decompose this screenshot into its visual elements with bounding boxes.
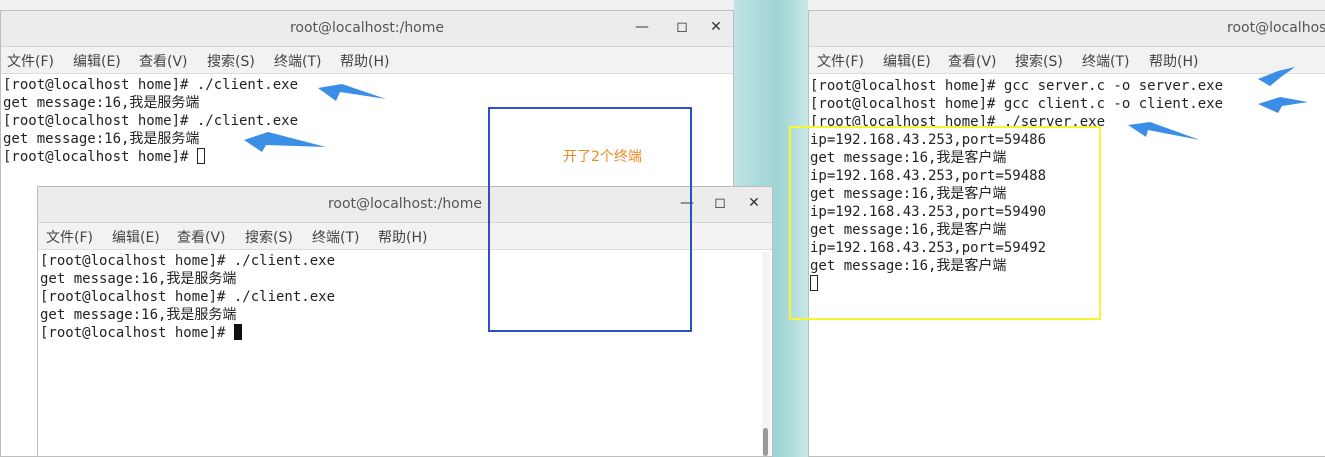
menu-edit[interactable]: 编辑(E)	[73, 51, 121, 71]
yellow-annotation-box	[789, 126, 1101, 320]
close-button[interactable]: ✕	[745, 194, 763, 212]
menu-bar: 文件(F) 编辑(E) 查看(V) 搜索(S) 终端(T) 帮助(H)	[809, 47, 1325, 74]
terminal-line: [root@localhost home]# ./client.exe	[3, 77, 299, 93]
menu-edit[interactable]: 编辑(E)	[883, 51, 931, 71]
menu-view[interactable]: 查看(V)	[948, 51, 997, 71]
prompt-text: [root@localhost home]#	[3, 149, 197, 165]
cursor	[196, 148, 205, 164]
menu-terminal[interactable]: 终端(T)	[274, 51, 321, 71]
menu-file[interactable]: 文件(F)	[46, 227, 93, 247]
menu-help[interactable]: 帮助(H)	[1149, 51, 1198, 71]
terminal-line: [root@localhost home]# gcc client.c -o c…	[810, 96, 1224, 112]
title-bar[interactable]: root@localhost:/home	[809, 11, 1325, 47]
menu-file[interactable]: 文件(F)	[7, 51, 54, 71]
maximize-button[interactable]: ◻	[673, 18, 691, 36]
maximize-button[interactable]: ◻	[711, 194, 729, 212]
menu-edit[interactable]: 编辑(E)	[112, 227, 160, 247]
scrollbar-thumb[interactable]	[763, 428, 768, 456]
menu-bar: 文件(F) 编辑(E) 查看(V) 搜索(S) 终端(T) 帮助(H)	[1, 47, 733, 74]
scrollbar[interactable]	[762, 252, 770, 456]
window-title: root@localhost:/home	[289, 20, 445, 36]
menu-search[interactable]: 搜索(S)	[207, 51, 255, 71]
menu-file[interactable]: 文件(F)	[817, 51, 864, 71]
minimize-button[interactable]: —	[633, 18, 651, 36]
window-title: root@localhost:/home	[1227, 20, 1325, 36]
top-panel-strip	[0, 0, 1325, 10]
annotation-note: 开了2个终端	[563, 149, 642, 165]
terminal-line: [root@localhost home]# gcc server.c -o s…	[810, 78, 1224, 94]
menu-terminal[interactable]: 终端(T)	[1082, 51, 1129, 71]
cursor	[233, 324, 242, 340]
menu-help[interactable]: 帮助(H)	[340, 51, 389, 71]
menu-search[interactable]: 搜索(S)	[245, 227, 293, 247]
title-bar[interactable]: root@localhost:/home — ◻ ✕	[1, 11, 733, 47]
prompt-text: [root@localhost home]#	[40, 325, 234, 341]
menu-search[interactable]: 搜索(S)	[1015, 51, 1063, 71]
menu-view[interactable]: 查看(V)	[139, 51, 188, 71]
menu-view[interactable]: 查看(V)	[177, 227, 226, 247]
menu-help[interactable]: 帮助(H)	[378, 227, 427, 247]
menu-terminal[interactable]: 终端(T)	[312, 227, 359, 247]
blue-annotation-box	[488, 107, 692, 332]
close-button[interactable]: ✕	[707, 18, 725, 36]
